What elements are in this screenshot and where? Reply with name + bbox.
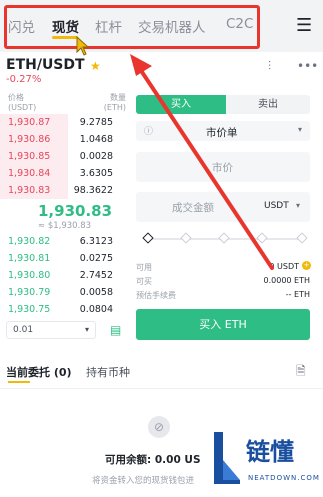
annotation-arrow <box>130 54 274 270</box>
cursor-icon <box>76 36 90 56</box>
